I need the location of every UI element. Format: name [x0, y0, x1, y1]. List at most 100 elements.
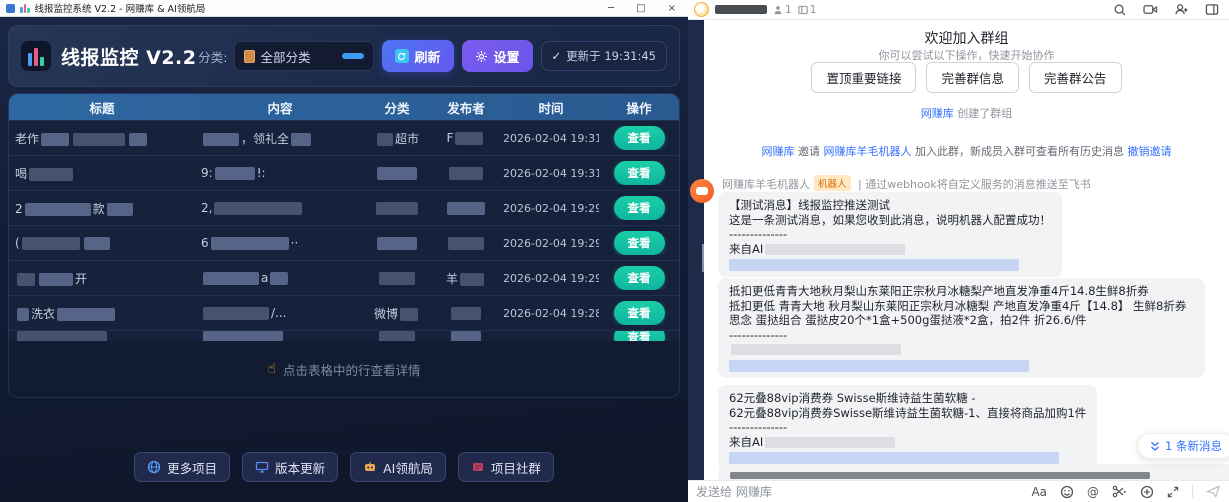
- redacted-text: [25, 203, 91, 216]
- bot-avatar[interactable]: [690, 179, 714, 203]
- redacted-text: [765, 244, 905, 255]
- project-community-button[interactable]: 项目社群: [458, 452, 554, 482]
- table-row[interactable]: (6··2026-02-04 19:29查看: [9, 225, 679, 260]
- mention-icon[interactable]: @: [1087, 485, 1099, 499]
- redacted-text: [203, 133, 239, 146]
- cell-title: 开: [9, 270, 195, 287]
- redacted-text: [270, 272, 288, 285]
- close-button[interactable]: ×: [668, 0, 676, 17]
- settings-button[interactable]: 设置: [462, 40, 533, 72]
- redacted-text: [447, 202, 485, 215]
- view-button[interactable]: 查看: [614, 196, 665, 220]
- table-row-partial[interactable]: 查看: [9, 330, 679, 341]
- cell-action: 查看: [599, 196, 679, 220]
- refresh-icon: [395, 49, 409, 63]
- cell-publisher: [429, 306, 503, 320]
- cell-action: 查看: [599, 161, 679, 185]
- panel-icon[interactable]: [1205, 3, 1219, 16]
- expand-icon[interactable]: [1167, 486, 1179, 498]
- monitor-icon: [255, 460, 269, 474]
- table-row[interactable]: 喝9:!:2026-02-04 19:31查看: [9, 155, 679, 190]
- chat-titlebar: 1 1: [688, 0, 1229, 20]
- redacted-text: [379, 272, 415, 285]
- video-call-icon[interactable]: [1143, 3, 1158, 16]
- message-input-bar[interactable]: 发送给 网赚库 Aa @: [688, 480, 1229, 502]
- view-button[interactable]: 查看: [614, 161, 665, 185]
- gear-icon: [475, 50, 488, 63]
- font-format-icon[interactable]: Aa: [1031, 485, 1047, 499]
- cell-content: a: [195, 271, 365, 285]
- view-button[interactable]: 查看: [614, 330, 665, 341]
- robot-icon: [363, 460, 377, 474]
- cell-time: 2026-02-04 19:31: [503, 132, 599, 145]
- cell-title: 洗衣: [9, 305, 195, 322]
- redacted-text: [22, 237, 80, 250]
- view-button[interactable]: 查看: [614, 231, 665, 255]
- table-hint: ☝ 点击表格中的行查看详情: [8, 341, 680, 398]
- app-icon: [6, 4, 15, 13]
- cell-action: 查看: [599, 301, 679, 325]
- view-button[interactable]: 查看: [614, 266, 665, 290]
- window-title: 线报监控系统 V2.2 - 网赚库 & AI领航局: [35, 1, 206, 15]
- group-action-button-2[interactable]: 完善群公告: [1029, 62, 1122, 93]
- minimize-button[interactable]: ─: [608, 0, 614, 17]
- attach-plus-icon[interactable]: [1140, 485, 1154, 499]
- message-bubble-partial: [718, 464, 1229, 480]
- welcome-title: 欢迎加入群组: [704, 28, 1229, 48]
- board-icon: [798, 5, 808, 15]
- search-icon[interactable]: [1113, 3, 1127, 17]
- left-window-titlebar: 线报监控系统 V2.2 - 网赚库 & AI领航局 ─ □ ×: [0, 0, 688, 17]
- message-bubble: 【测试消息】线报监控推送测试这是一条测试消息，如果您收到此消息，说明机器人配置成…: [718, 192, 1062, 277]
- cell-content: 2,: [195, 201, 365, 215]
- maximize-button[interactable]: □: [636, 0, 645, 17]
- group-avatar[interactable]: [694, 2, 709, 17]
- table-row[interactable]: 2款2,2026-02-04 19:29查看: [9, 190, 679, 225]
- cell-title: 喝: [9, 165, 195, 182]
- cell-publisher: [429, 166, 503, 180]
- select-indicator: [342, 53, 364, 59]
- redacted-text: [214, 202, 302, 215]
- add-member-icon[interactable]: [1174, 3, 1189, 16]
- table-row[interactable]: 洗衣/...微博2026-02-04 19:28查看: [9, 295, 679, 330]
- message-line: --------------: [729, 328, 1194, 343]
- monitor-app-window: 线报监控系统 V2.2 - 网赚库 & AI领航局 ─□× 线报监控 V2.2 …: [0, 0, 688, 502]
- message-footer: 来自AI: [729, 435, 1086, 450]
- more-projects-button[interactable]: 更多项目: [134, 452, 230, 482]
- emoji-icon[interactable]: [1060, 485, 1074, 499]
- revoke-invite-link[interactable]: 撤销邀请: [1128, 145, 1172, 158]
- version-update-button[interactable]: 版本更新: [242, 452, 338, 482]
- column-header-0: 标题: [9, 98, 195, 117]
- group-action-button-0[interactable]: 置顶重要链接: [811, 62, 916, 93]
- footer-link-label: 项目社群: [491, 458, 541, 477]
- inviter-link[interactable]: 网赚库: [762, 145, 795, 158]
- globe-icon: [147, 460, 161, 474]
- creator-link[interactable]: 网赚库: [921, 107, 954, 120]
- message-footer: [729, 342, 1194, 357]
- column-header-2: 分类: [365, 98, 429, 117]
- invitee-link[interactable]: 网赚库羊毛机器人: [824, 145, 912, 158]
- cell-content: 9:!:: [195, 166, 365, 180]
- category-select[interactable]: 全部分类: [234, 41, 374, 71]
- chart-logo-icon: [20, 3, 30, 13]
- welcome-actions: 置顶重要链接完善群信息完善群公告: [704, 62, 1229, 93]
- view-button[interactable]: 查看: [614, 126, 665, 150]
- scissors-icon[interactable]: [1112, 485, 1127, 498]
- refresh-button[interactable]: 刷新: [382, 40, 454, 72]
- redacted-text: [129, 133, 147, 146]
- cell-category: [365, 166, 429, 180]
- input-placeholder[interactable]: 发送给 网赚库: [696, 483, 772, 500]
- redacted-text: [400, 308, 418, 321]
- ai-navigator-button[interactable]: AI领航局: [350, 452, 446, 482]
- redacted-text: [41, 133, 69, 146]
- redacted-text: [203, 272, 259, 285]
- message-line: --------------: [729, 227, 1051, 242]
- group-action-button-1[interactable]: 完善群信息: [926, 62, 1019, 93]
- cell-time: 2026-02-04 19:29: [503, 237, 599, 250]
- view-button[interactable]: 查看: [614, 301, 665, 325]
- table-row[interactable]: 开a羊2026-02-04 19:29查看: [9, 260, 679, 295]
- message-bubble: 抵扣更低青青大地秋月梨山东莱阳正宗秋月冰糖梨产地直发净重4斤14.8生鲜8折券抵…: [718, 278, 1205, 378]
- send-icon[interactable]: [1206, 485, 1221, 498]
- table-row[interactable]: 老作，领礼全超市F2026-02-04 19:31查看: [9, 120, 679, 155]
- group-created-line: 网赚库 创建了群组: [704, 105, 1229, 121]
- new-messages-pill[interactable]: 1 条新消息: [1137, 433, 1229, 459]
